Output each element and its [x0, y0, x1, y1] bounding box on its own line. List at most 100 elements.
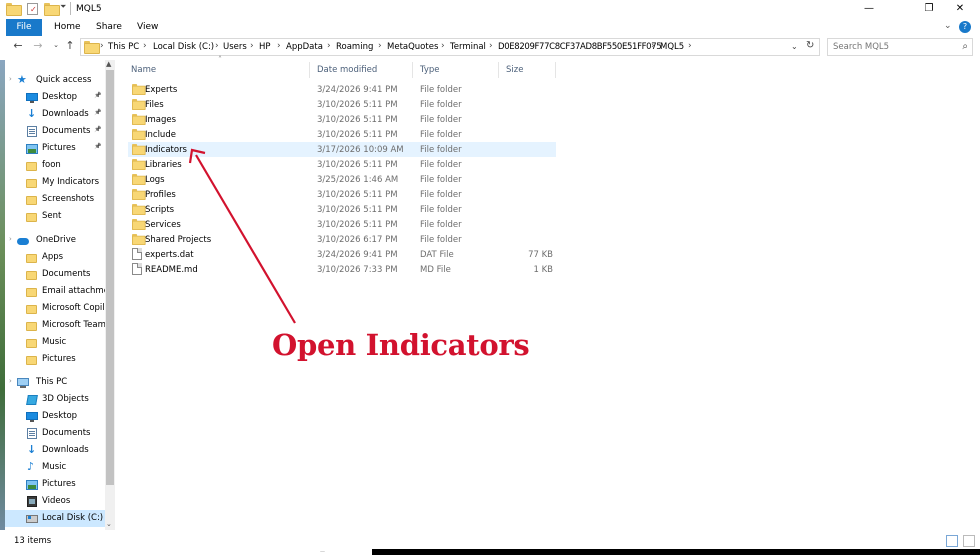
nav-onedrive-item[interactable]: Apps	[5, 249, 111, 266]
up-arrow-icon[interactable]: ↑	[63, 39, 77, 52]
nav-this-pc-item[interactable]: Local Disk (C:)	[5, 510, 111, 527]
breadcrumb-this-pc[interactable]: This PC	[108, 42, 139, 52]
nav-onedrive-item[interactable]: Email attachmen	[5, 283, 111, 300]
close-button[interactable]: ✕	[937, 0, 980, 19]
chevron-right-icon[interactable]: ›	[100, 41, 104, 51]
column-header-size[interactable]: Size	[506, 65, 523, 75]
chevron-down-icon[interactable]: ⌄	[791, 42, 798, 51]
column-divider[interactable]	[498, 62, 499, 78]
nav-this-pc-item[interactable]: Documents	[5, 425, 111, 442]
nav-this-pc-item[interactable]: Videos	[5, 493, 111, 510]
column-header-date[interactable]: Date modified	[317, 65, 377, 75]
search-input[interactable]	[828, 39, 948, 55]
chevron-right-icon[interactable]: ›	[9, 235, 12, 243]
breadcrumb-terminal[interactable]: Terminal	[450, 42, 486, 52]
nav-this-pc-item[interactable]: ↓ Downloads	[5, 442, 111, 459]
nav-scrollbar[interactable]: ▲ ⌄	[105, 60, 115, 530]
file-row-scripts[interactable]: Scripts 3/10/2026 5:11 PM File folder	[128, 202, 556, 217]
file-row-indicators[interactable]: Indicators 3/17/2026 10:09 AM File folder	[128, 142, 556, 157]
chevron-right-icon[interactable]: ›	[277, 41, 281, 51]
address-bar[interactable]: › This PC › Local Disk (C:) › Users › HP…	[80, 38, 820, 56]
column-divider[interactable]	[555, 62, 556, 78]
search-icon[interactable]: ⌕	[962, 41, 968, 52]
properties-icon[interactable]: ✓	[27, 3, 38, 15]
minimize-button[interactable]: —	[846, 0, 892, 19]
nav-onedrive-item[interactable]: Documents	[5, 266, 111, 283]
nav-item-label: Local Disk (C:)	[42, 513, 104, 523]
column-divider[interactable]	[412, 62, 413, 78]
scroll-down-icon[interactable]: ⌄	[106, 520, 112, 528]
file-row-libraries[interactable]: Libraries 3/10/2026 5:11 PM File folder	[128, 157, 556, 172]
chevron-right-icon[interactable]: ›	[143, 41, 147, 51]
chevron-right-icon[interactable]: ›	[489, 41, 493, 51]
chevron-down-icon[interactable]: ⌄	[944, 21, 952, 31]
chevron-right-icon[interactable]: ›	[9, 377, 12, 385]
search-box[interactable]: ⌕	[827, 38, 973, 56]
file-row-experts[interactable]: Experts 3/24/2026 9:41 PM File folder	[128, 82, 556, 97]
breadcrumb-appdata[interactable]: AppData	[286, 42, 323, 52]
nav-this-pc-item[interactable]: 3D Objects	[5, 391, 111, 408]
breadcrumb-terminal-id[interactable]: D0E8209F77C8CF37AD8BF550E51FF075	[498, 42, 662, 52]
nav-quick-item[interactable]: Screenshots	[5, 191, 111, 208]
file-row-shared-projects[interactable]: Shared Projects 3/10/2026 6:17 PM File fol…	[128, 232, 556, 247]
nav-quick-access[interactable]: ★ Quick access ›	[5, 72, 111, 89]
refresh-icon[interactable]: ↻	[806, 40, 814, 51]
sort-ascending-icon: ˄	[218, 55, 222, 64]
tab-home[interactable]: Home	[46, 19, 89, 36]
scroll-up-icon[interactable]: ▲	[106, 60, 111, 68]
breadcrumb-local-disk[interactable]: Local Disk (C:)	[153, 42, 214, 52]
breadcrumb-metaquotes[interactable]: MetaQuotes	[387, 42, 438, 52]
nav-this-pc-item[interactable]: Desktop	[5, 408, 111, 425]
help-icon[interactable]: ?	[959, 21, 971, 33]
chevron-right-icon[interactable]: ›	[327, 41, 331, 51]
details-view-icon[interactable]	[946, 535, 958, 547]
nav-onedrive-item[interactable]: Pictures	[5, 351, 111, 368]
breadcrumb-roaming[interactable]: Roaming	[336, 42, 373, 52]
chevron-right-icon[interactable]: ›	[250, 41, 254, 51]
chevron-right-icon[interactable]: ›	[378, 41, 382, 51]
tab-view[interactable]: View	[129, 19, 166, 36]
chevron-right-icon[interactable]: ›	[441, 41, 445, 51]
nav-quick-item[interactable]: Pictures 📌	[5, 140, 111, 157]
nav-onedrive[interactable]: OneDrive ›	[5, 232, 111, 249]
nav-quick-item[interactable]: Documents 📌	[5, 123, 111, 140]
file-row-files[interactable]: Files 3/10/2026 5:11 PM File folder	[128, 97, 556, 112]
file-row-readme-md[interactable]: README.md 3/10/2026 7:33 PM MD File 1 KB	[128, 262, 556, 277]
nav-quick-item[interactable]: ↓ Downloads 📌	[5, 106, 111, 123]
nav-quick-item[interactable]: foon	[5, 157, 111, 174]
nav-onedrive-item[interactable]: Microsoft Teams	[5, 317, 111, 334]
chevron-right-icon[interactable]: ›	[215, 41, 219, 51]
column-header-name[interactable]: Name	[131, 65, 156, 75]
file-row-include[interactable]: Include 3/10/2026 5:11 PM File folder	[128, 127, 556, 142]
tab-file[interactable]: File	[6, 19, 42, 36]
customize-toolbar-icon[interactable]: ⏷	[60, 2, 66, 14]
nav-quick-item[interactable]: Desktop 📌	[5, 89, 111, 106]
column-header-type[interactable]: Type	[420, 65, 440, 75]
file-row-services[interactable]: Services 3/10/2026 5:11 PM File folder	[128, 217, 556, 232]
nav-this-pc-item[interactable]: Pictures	[5, 476, 111, 493]
forward-arrow-icon[interactable]: →	[31, 39, 45, 52]
large-icons-view-icon[interactable]	[963, 535, 975, 547]
chevron-right-icon[interactable]: ›	[9, 75, 12, 83]
nav-this-pc[interactable]: This PC ›	[5, 374, 111, 391]
nav-quick-item[interactable]: Sent	[5, 208, 111, 225]
chevron-right-icon[interactable]: ›	[688, 41, 692, 51]
back-arrow-icon[interactable]: ←	[11, 39, 25, 52]
nav-quick-item[interactable]: My Indicators	[5, 174, 111, 191]
file-row-experts-dat[interactable]: experts.dat 3/24/2026 9:41 PM DAT File 77 K…	[128, 247, 556, 262]
nav-onedrive-item[interactable]: Music	[5, 334, 111, 351]
nav-onedrive-item[interactable]: Microsoft Copilo	[5, 300, 111, 317]
file-row-logs[interactable]: Logs 3/25/2026 1:46 AM File folder	[128, 172, 556, 187]
nav-this-pc-item[interactable]: ♪ Music	[5, 459, 111, 476]
new-folder-icon[interactable]	[44, 3, 60, 16]
column-divider[interactable]	[309, 62, 310, 78]
file-row-images[interactable]: Images 3/10/2026 5:11 PM File folder	[128, 112, 556, 127]
file-row-profiles[interactable]: Profiles 3/10/2026 5:11 PM File folder	[128, 187, 556, 202]
scroll-thumb[interactable]	[106, 70, 114, 485]
breadcrumb-users[interactable]: Users	[223, 42, 247, 52]
tab-share[interactable]: Share	[88, 19, 130, 36]
breadcrumb-hp[interactable]: HP	[259, 42, 271, 52]
breadcrumb-mql5[interactable]: MQL5	[660, 42, 684, 52]
recent-locations-icon[interactable]: ⌄	[49, 41, 63, 49]
chevron-right-icon[interactable]: ›	[651, 41, 655, 51]
